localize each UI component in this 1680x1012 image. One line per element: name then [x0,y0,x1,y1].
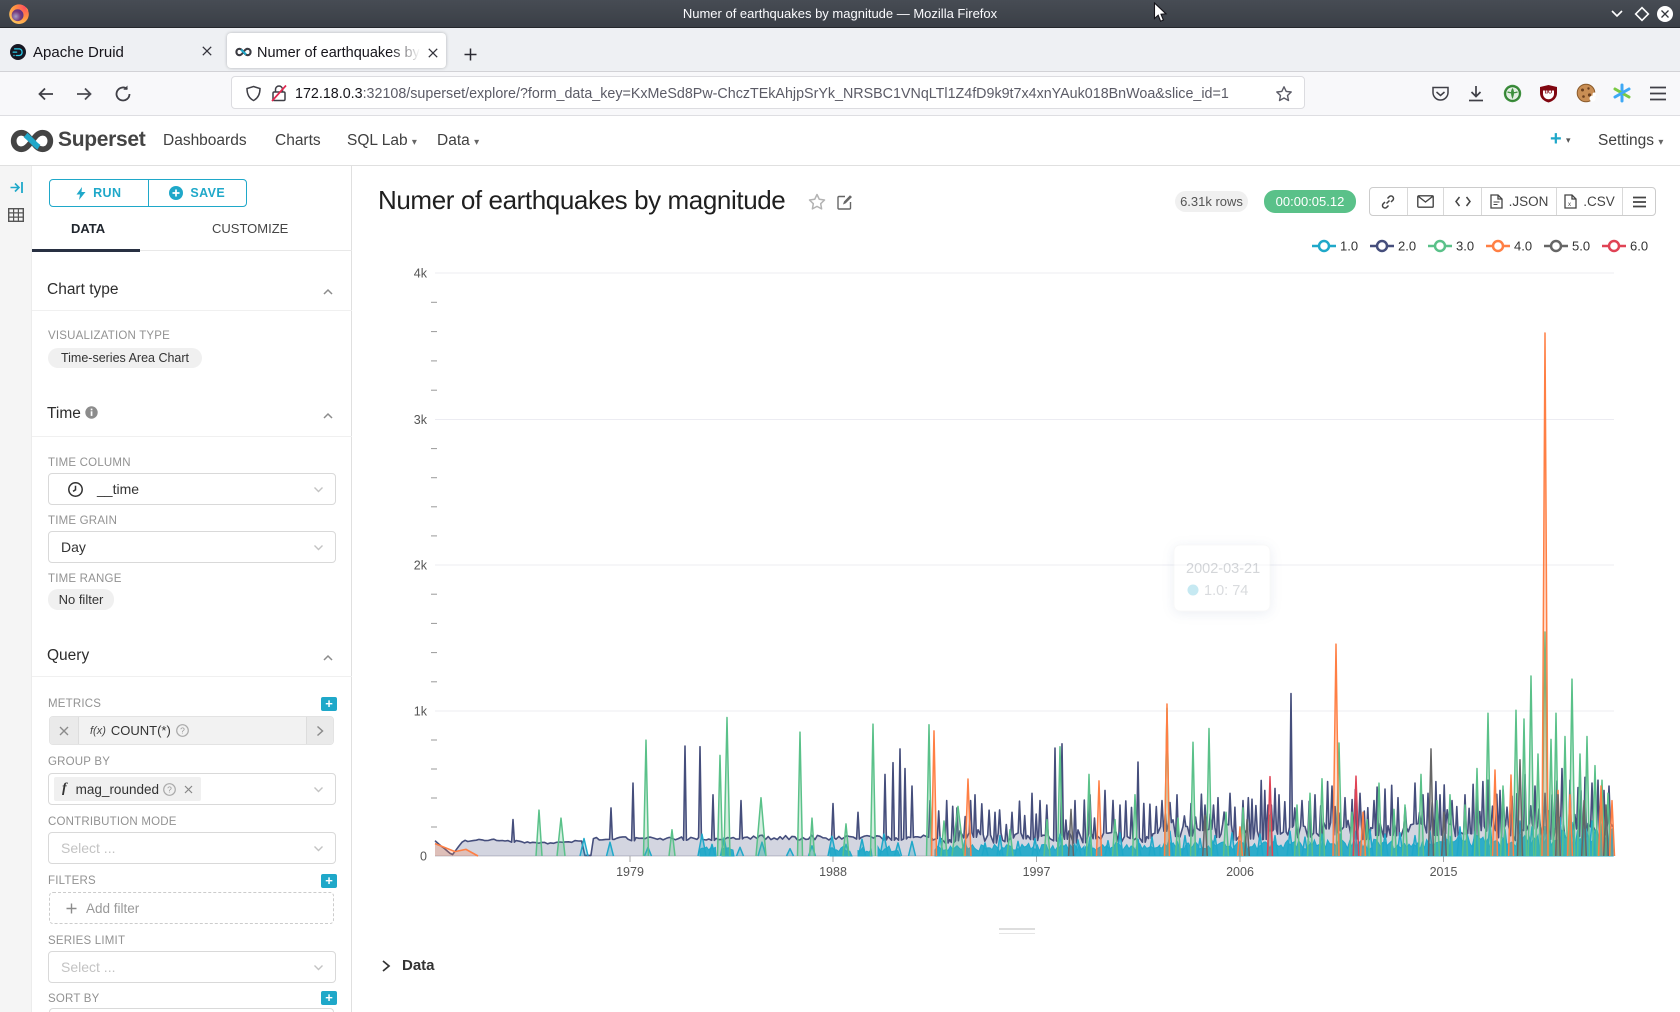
svg-text:1.0: 1.0 [1340,239,1358,254]
svg-text:2006: 2006 [1226,865,1254,879]
svg-text:1997: 1997 [1023,865,1051,879]
svg-text:uO: uO [1545,90,1553,96]
svg-text:2002-03-21: 2002-03-21 [1186,561,1260,577]
svg-text:5.0: 5.0 [1572,239,1590,254]
svg-text:4.0: 4.0 [1514,239,1532,254]
svg-text:1k: 1k [414,705,428,719]
svg-text:1979: 1979 [616,865,644,879]
svg-text:3k: 3k [414,413,428,427]
svg-text:6.0: 6.0 [1630,239,1648,254]
svg-text:2015: 2015 [1430,865,1458,879]
svg-text:?: ? [167,784,172,794]
svg-text:0: 0 [420,850,427,864]
svg-text:1988: 1988 [819,865,847,879]
svg-text:2k: 2k [414,559,428,573]
svg-text:1.0: 74: 1.0: 74 [1204,583,1248,599]
svg-text:4k: 4k [414,267,428,281]
svg-text:?: ? [180,725,185,735]
svg-text:2.0: 2.0 [1398,239,1416,254]
svg-text:3.0: 3.0 [1456,239,1474,254]
